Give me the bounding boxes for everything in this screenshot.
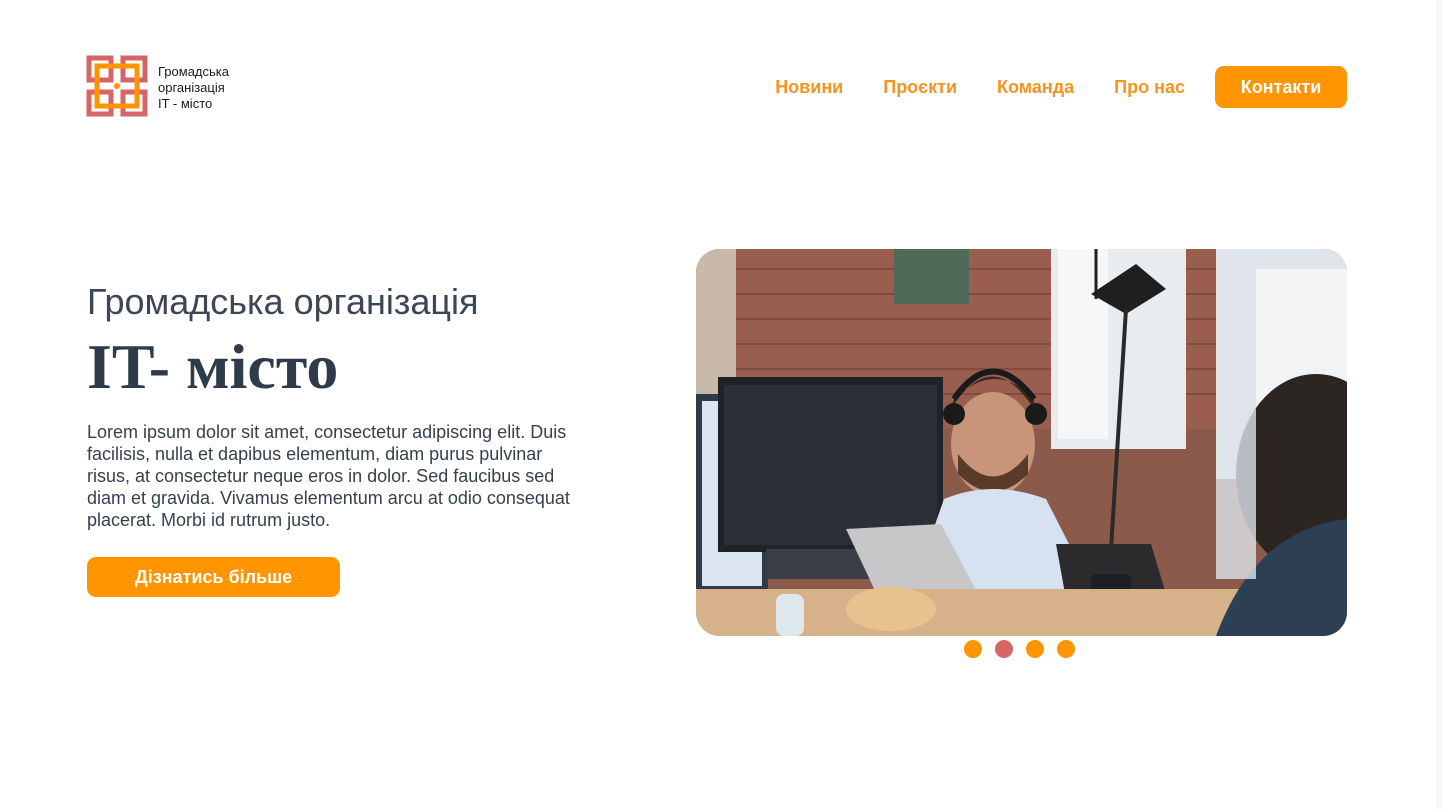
logo-line: організація	[158, 80, 225, 95]
slider-dot[interactable]	[964, 640, 982, 658]
slider-dot-active[interactable]	[995, 640, 1013, 658]
hero-slider[interactable]	[696, 249, 1347, 636]
main-nav: Новини Проєкти Команда Про нас Контакти	[775, 66, 1347, 108]
nav-link-about[interactable]: Про нас	[1114, 77, 1185, 98]
hero-subtitle: Громадська організація	[87, 281, 479, 322]
nav-link-news[interactable]: Новини	[775, 77, 843, 98]
learn-more-button[interactable]: Дізнатись більше	[87, 557, 340, 597]
logo-line: IT - місто	[158, 96, 213, 111]
logo-line: Громадська	[158, 64, 229, 79]
contacts-button[interactable]: Контакти	[1215, 66, 1347, 108]
page-edge-strip	[1436, 0, 1442, 809]
nav-link-team[interactable]: Команда	[997, 77, 1074, 98]
hero-title: IT- місто	[87, 331, 339, 402]
logo-text: Громадська організація IT - місто	[158, 64, 229, 112]
slider-dot[interactable]	[1026, 640, 1044, 658]
nav-link-projects[interactable]: Проєкти	[883, 77, 957, 98]
slider-image	[696, 249, 1347, 636]
hero-description: Lorem ipsum dolor sit amet, consectetur …	[87, 422, 570, 530]
logo[interactable]: Громадська організація IT - місто	[86, 55, 229, 117]
slider-dots	[964, 640, 1088, 658]
slider-dot[interactable]	[1057, 640, 1075, 658]
logo-mark-icon	[86, 55, 148, 117]
